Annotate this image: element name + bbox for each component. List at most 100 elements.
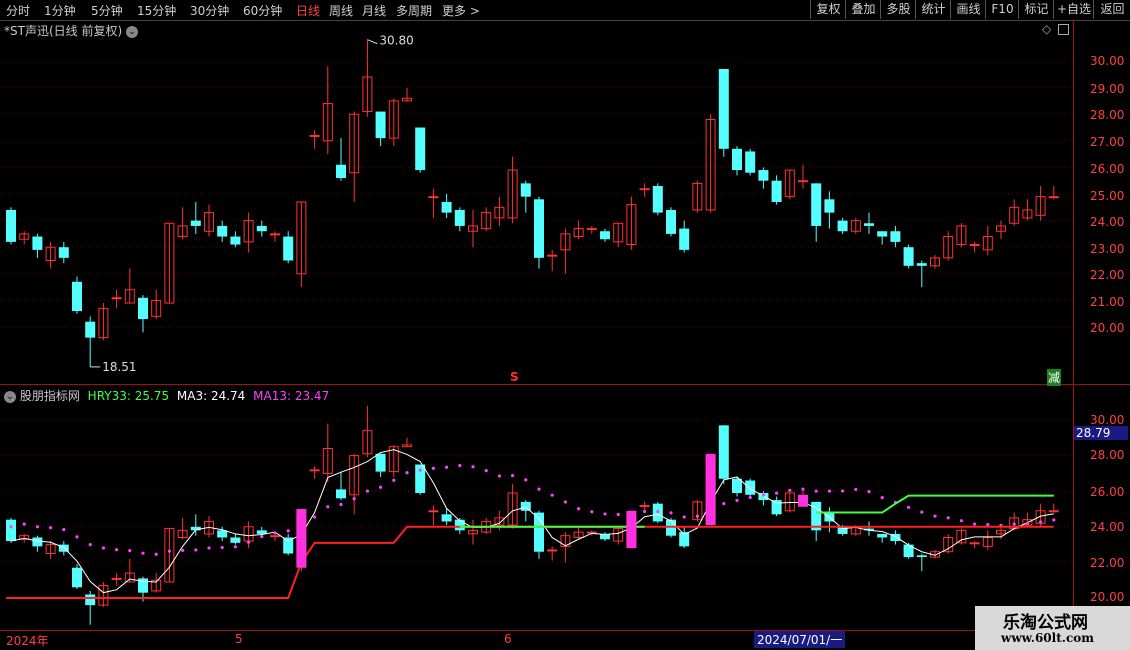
ma13-dot [814,489,818,493]
main-candle-up [428,196,439,199]
back-button[interactable]: 返回 [1093,0,1130,19]
ma13-dot [563,500,568,504]
main-candle-up [547,254,558,257]
ma13-dot [682,515,686,519]
ma3-line [10,449,1054,594]
main-candle-down [85,321,96,338]
main-candle-down [454,209,465,226]
ind-candle-down [441,514,452,522]
main-candle-down [771,180,782,202]
y-tick: 20.00 [1090,590,1125,604]
main-candle-up [1048,196,1059,199]
ind-candle-up [1048,510,1059,513]
ind-candle-down [375,453,386,472]
y-tick: 24.00 [1090,520,1125,534]
signal-bar [705,453,716,526]
main-candle-down [32,236,43,250]
main-candle-down [217,225,228,237]
kline-chart[interactable]: 30.80 18.51 [0,0,1073,630]
main-candle-down [600,231,610,240]
ind-candle-down [72,567,82,588]
ma13-dot [497,474,501,478]
ma13-dot [695,514,700,518]
ma13-dot [841,489,845,493]
ma13-dot [233,545,237,549]
ma13-dot [352,497,356,501]
main-candle-down [758,170,769,181]
ma13-dot [854,487,858,492]
ind-candle-up [547,549,558,552]
main-candle-down [890,231,901,242]
main-candle-down [256,225,267,232]
ma13-dot [907,505,911,509]
ma13-dot [537,487,541,491]
ma13-dot [510,473,515,478]
ma13-dot [1039,520,1043,524]
hry-line-segment [816,494,1054,514]
y-tick: 28.00 [1090,108,1125,122]
y-tick: 20.00 [1090,321,1125,335]
ma13-dot [128,549,132,553]
date-label: 6 [504,632,512,646]
ind-candle-up [639,504,650,507]
main-candle-down [718,68,729,149]
ma13-dot [286,529,290,533]
main-candle-up [111,297,122,300]
ma13-dot [445,465,449,469]
ma13-dot [643,509,647,514]
main-candle-down [666,209,676,234]
main-candle-down [916,263,927,266]
ma13-dot [141,551,145,555]
ind-candle-up [270,535,280,538]
ma13-dot [973,522,977,526]
main-candle-up [639,188,650,191]
ma13-dot [986,523,990,527]
main-candle-down [745,151,756,173]
ind-candle-down [283,537,294,554]
main-candle-down [58,247,69,258]
date-axis-divider [0,630,1130,631]
ind-candle-down [877,533,888,538]
ma13-dot [379,485,383,489]
ma13-dot [326,505,330,509]
ma13-dot [761,493,766,497]
ma13-dot [735,498,739,502]
y-tick: 26.00 [1090,485,1125,499]
low-price-label: 18.51 [102,360,136,374]
y-tick: 24.00 [1090,215,1125,229]
ma13-dot [35,525,40,529]
ma13-dot [273,531,277,535]
date-label: 2024年 [6,634,49,648]
main-candle-up [270,233,280,236]
ma13-dot [207,546,211,550]
signal-bar [798,494,808,507]
ma13-dot [194,548,198,552]
ma13-dot [260,535,264,539]
ind-candle-up [111,577,122,580]
ma13-dot [471,465,475,469]
ma13-dot [775,491,779,495]
ma13-dot [22,522,26,526]
main-candle-down [534,199,544,258]
y-axis-divider [1073,20,1074,650]
ma13-dot [880,496,884,500]
main-candle-down [520,183,531,197]
ind-candle-up [428,510,439,513]
ma13-dot [101,546,105,550]
main-candle-down [837,220,848,232]
high-pointer [367,39,378,45]
high-price-label: 30.80 [379,34,413,48]
ind-candle-down [718,425,729,479]
ma13-dot [603,512,607,516]
y-tick: 25.00 [1090,189,1125,203]
y-tick: 22.00 [1090,556,1125,570]
ind-candle-down [32,537,43,547]
current-value-badge: 28.79 [1074,426,1128,440]
ind-candle-down [520,501,531,511]
ma13-dot [801,487,805,491]
ma13-dot [1025,521,1029,526]
date-cursor-label: 2024/07/01/一 [754,631,846,648]
ma13-dot [62,528,66,532]
ma13-dot [550,493,554,497]
ma13-dot [788,488,792,492]
